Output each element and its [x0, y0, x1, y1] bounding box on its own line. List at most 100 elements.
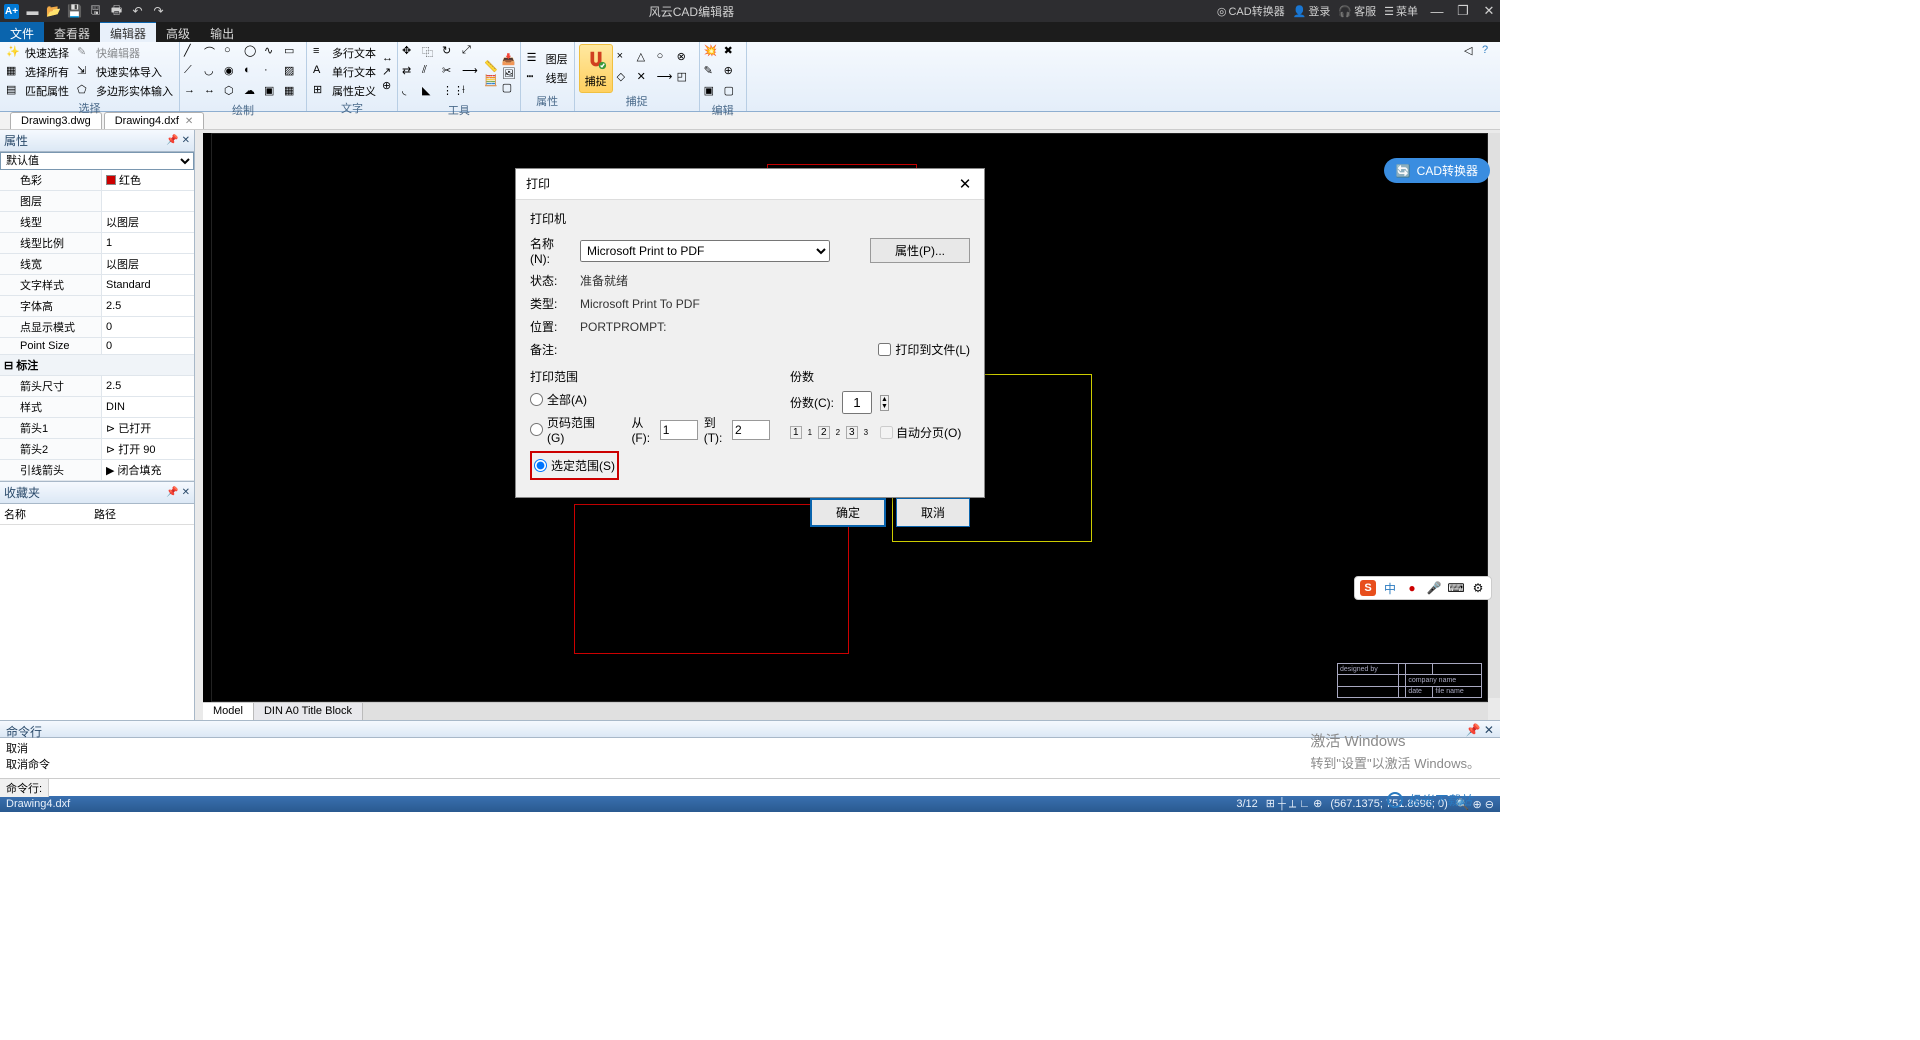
- horizontal-scrollbar[interactable]: [363, 703, 1488, 720]
- print-icon[interactable]: 🖶: [109, 4, 124, 19]
- pedit-icon[interactable]: ✎: [704, 64, 722, 82]
- prop-row[interactable]: 引线箭头▶ 闭合填充: [0, 460, 194, 481]
- image-icon[interactable]: 🖼: [502, 67, 516, 80]
- prop-row[interactable]: 文字样式Standard: [0, 275, 194, 296]
- ungroup-icon[interactable]: ▢: [724, 84, 742, 102]
- from-input[interactable]: [660, 420, 698, 440]
- circle-icon[interactable]: ○: [224, 44, 242, 62]
- tol-icon[interactable]: ⊕: [382, 79, 393, 92]
- mtext[interactable]: ≡多行文本: [311, 44, 378, 62]
- match-prop[interactable]: ▤匹配属性: [4, 82, 71, 100]
- block-icon[interactable]: ▣: [264, 84, 282, 102]
- cmd-input[interactable]: [49, 782, 1500, 794]
- range-all-radio[interactable]: 全部(A): [530, 391, 770, 408]
- canvas-tab-model[interactable]: Model: [203, 703, 254, 720]
- support-link[interactable]: 🎧客服: [1338, 3, 1376, 19]
- insert-icon[interactable]: 📥: [502, 53, 516, 66]
- tab-file[interactable]: 文件: [0, 22, 44, 42]
- ray-icon[interactable]: →: [184, 84, 202, 102]
- leader-icon[interactable]: ↗: [382, 65, 393, 78]
- chamfer-icon[interactable]: ◣: [422, 84, 440, 102]
- printer-props-button[interactable]: 属性(P)...: [870, 238, 970, 263]
- redo-icon[interactable]: ↷: [151, 4, 166, 19]
- prop-row[interactable]: Point Size0: [0, 338, 194, 355]
- wipeout-icon[interactable]: ▢: [502, 81, 516, 94]
- polygon-icon[interactable]: ⬡: [224, 84, 242, 102]
- status-snap-icons[interactable]: ⊞ ┼ ⟂ ∟ ⊕: [1266, 797, 1323, 811]
- new-icon[interactable]: ▬: [25, 4, 40, 19]
- fillet-icon[interactable]: ◟: [402, 84, 420, 102]
- mirror-icon[interactable]: ⇄: [402, 64, 420, 82]
- quick-entity-import[interactable]: ⇲快速实体导入: [75, 63, 175, 81]
- print-to-file-checkbox[interactable]: [878, 343, 891, 356]
- range-pages-radio[interactable]: 页码范围(G): [530, 414, 603, 445]
- close-button[interactable]: ✕: [1482, 4, 1496, 18]
- trim-icon[interactable]: ✂: [442, 64, 460, 82]
- table-icon[interactable]: ▦: [284, 84, 302, 102]
- array-icon[interactable]: ⋮⋮: [442, 84, 460, 102]
- prop-row[interactable]: 图层: [0, 191, 194, 212]
- point-icon[interactable]: ·: [264, 64, 282, 82]
- dialog-close-button[interactable]: ✕: [956, 175, 974, 193]
- capture-button[interactable]: 捕捉: [579, 44, 613, 93]
- ellipse-icon[interactable]: ◯: [244, 44, 262, 62]
- erase-icon[interactable]: ✖: [724, 44, 742, 62]
- group-icon[interactable]: ▣: [704, 84, 722, 102]
- undo-icon[interactable]: ↶: [130, 4, 145, 19]
- ime-toolbar[interactable]: S 中 ● 🎤 ⌨ ⚙: [1354, 576, 1492, 600]
- menu-link[interactable]: ☰菜单: [1384, 3, 1418, 19]
- ime-keyboard-icon[interactable]: ⌨: [1448, 580, 1464, 596]
- prop-row[interactable]: 箭头2⊳ 打开 90: [0, 439, 194, 460]
- prop-row[interactable]: 线型比例1: [0, 233, 194, 254]
- tab-viewer[interactable]: 查看器: [44, 22, 100, 42]
- print-to-file-check[interactable]: 打印到文件(L): [878, 341, 970, 358]
- cad-converter-badge[interactable]: 🔄 CAD转换器: [1384, 158, 1490, 183]
- snap-node-icon[interactable]: ⊗: [677, 50, 695, 68]
- linetype[interactable]: ┅线型: [525, 69, 570, 87]
- pin-icon[interactable]: 📌 ✕: [166, 135, 190, 146]
- prop-row[interactable]: 色彩红色: [0, 170, 194, 191]
- props-default-select[interactable]: 默认值: [0, 152, 194, 170]
- snap-int-icon[interactable]: ✕: [637, 70, 655, 88]
- tab-output[interactable]: 输出: [200, 22, 244, 42]
- join-icon[interactable]: ⊕: [724, 64, 742, 82]
- snap-end-icon[interactable]: ×: [617, 50, 635, 68]
- cad-converter-link[interactable]: ◎CAD转换器: [1217, 3, 1285, 19]
- pin-icon[interactable]: 📌 ✕: [166, 487, 190, 498]
- ime-punct-icon[interactable]: ●: [1404, 580, 1420, 596]
- ok-button[interactable]: 确定: [810, 498, 886, 527]
- prop-row[interactable]: 字体高2.5: [0, 296, 194, 317]
- dim-icon[interactable]: ↔: [382, 52, 393, 64]
- prop-row[interactable]: 样式DIN: [0, 397, 194, 418]
- prop-row[interactable]: 箭头尺寸2.5: [0, 376, 194, 397]
- canvas-tab-layout[interactable]: DIN A0 Title Block: [254, 703, 363, 720]
- sogou-icon[interactable]: S: [1360, 580, 1376, 596]
- snap-ext-icon[interactable]: ⟶: [657, 70, 675, 88]
- snap-ins-icon[interactable]: ◰: [677, 70, 695, 88]
- snap-quad-icon[interactable]: ◇: [617, 70, 635, 88]
- polyline-icon[interactable]: ⟋: [184, 64, 202, 82]
- ime-settings-icon[interactable]: ⚙: [1470, 580, 1486, 596]
- open-icon[interactable]: 📂: [46, 4, 61, 19]
- rect-icon[interactable]: ▭: [284, 44, 302, 62]
- layer[interactable]: ☰图层: [525, 50, 570, 68]
- line-icon[interactable]: ╱: [184, 44, 202, 62]
- select-all[interactable]: ▦选择所有: [4, 63, 71, 81]
- explode-icon[interactable]: 💥: [704, 44, 722, 62]
- vertical-scrollbar[interactable]: [1488, 133, 1500, 698]
- copy-icon[interactable]: ⿻: [422, 44, 440, 62]
- donut-icon[interactable]: ◉: [224, 64, 242, 82]
- maximize-button[interactable]: ❐: [1456, 4, 1470, 18]
- arc2-icon[interactable]: ◡: [204, 64, 222, 82]
- ribbon-minimize-icon[interactable]: ◁: [1464, 44, 1478, 58]
- tab-advanced[interactable]: 高级: [156, 22, 200, 42]
- attdef[interactable]: ⊞属性定义: [311, 82, 378, 100]
- login-link[interactable]: 👤登录: [1293, 3, 1331, 19]
- stext[interactable]: A单行文本: [311, 63, 378, 81]
- range-selection-radio[interactable]: 选定范围(S): [534, 457, 615, 474]
- save-icon[interactable]: 💾: [67, 4, 82, 19]
- prop-row[interactable]: 线型以图层: [0, 212, 194, 233]
- prop-row[interactable]: 线宽以图层: [0, 254, 194, 275]
- minimize-button[interactable]: —: [1430, 4, 1444, 18]
- move-icon[interactable]: ✥: [402, 44, 420, 62]
